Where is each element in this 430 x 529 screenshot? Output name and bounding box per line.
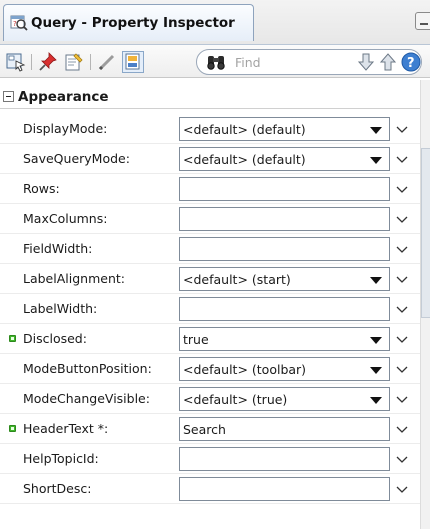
property-select[interactable]: <default> (toolbar) — [179, 357, 390, 381]
dropdown-arrow-icon[interactable] — [369, 394, 383, 406]
section-title: Appearance — [18, 88, 109, 105]
chevron-down-icon[interactable] — [395, 452, 409, 466]
chevron-down-icon[interactable] — [395, 392, 409, 406]
property-row-disclosed: Disclosed: true — [0, 324, 420, 354]
property-row-maxcolumns: MaxColumns: — [0, 204, 420, 234]
chevron-down-icon[interactable] — [395, 302, 409, 316]
search-box: ? — [196, 49, 422, 75]
property-value: <default> (toolbar) — [183, 362, 307, 377]
chevron-down-icon[interactable] — [395, 362, 409, 376]
property-value: <default> (start) — [183, 272, 291, 287]
bind-icon[interactable] — [122, 51, 144, 73]
property-row-helptopicid: HelpTopicId: — [0, 444, 420, 474]
chevron-down-icon[interactable] — [395, 272, 409, 286]
property-label: DisplayMode: — [23, 121, 108, 136]
dropdown-arrow-icon[interactable] — [369, 154, 383, 166]
property-value: Search — [183, 422, 226, 437]
property-text-field[interactable] — [179, 177, 390, 201]
property-select[interactable]: true — [179, 327, 390, 351]
property-row-modechangevisible: ModeChangeVisible: <default> (true) — [0, 384, 420, 414]
property-label: MaxColumns: — [23, 211, 108, 226]
property-text-field[interactable] — [179, 207, 390, 231]
property-label: LabelAlignment: — [23, 271, 125, 286]
property-row-headertext: HeaderText *: Search — [0, 414, 420, 444]
query-panel-icon: ? — [10, 14, 28, 32]
value-set-marker-icon — [9, 335, 16, 342]
property-select[interactable]: <default> (default) — [179, 117, 390, 141]
edit-source-icon[interactable] — [63, 51, 85, 73]
property-row-displaymode: DisplayMode: <default> (default) — [0, 114, 420, 144]
property-value: true — [183, 332, 209, 347]
property-label: Rows: — [23, 181, 60, 196]
property-label: SaveQueryMode: — [23, 151, 130, 166]
minimize-button[interactable] — [415, 12, 430, 30]
property-row-modebuttonposition: ModeButtonPosition: <default> (toolbar) — [0, 354, 420, 384]
chevron-down-icon[interactable] — [395, 122, 409, 136]
property-text-field[interactable] — [179, 447, 390, 471]
arrow-down-icon[interactable] — [355, 51, 377, 73]
toolbar-separator — [31, 54, 32, 70]
property-label: HeaderText *: — [23, 421, 109, 436]
svg-text:?: ? — [13, 20, 17, 28]
property-row-shortdesc: ShortDesc: — [0, 474, 420, 504]
tab-title: Query - Property Inspector — [31, 15, 235, 31]
property-list: DisplayMode: <default> (default) SaveQuery… — [0, 114, 420, 504]
dropdown-arrow-icon[interactable] — [369, 124, 383, 136]
tab-strip: ? Query - Property Inspector — [0, 0, 430, 44]
chevron-down-icon[interactable] — [395, 152, 409, 166]
property-text-field[interactable] — [179, 297, 390, 321]
scrollbar-thumb[interactable] — [421, 148, 430, 318]
dropdown-arrow-icon[interactable] — [369, 364, 383, 376]
tab-property-inspector[interactable]: ? Query - Property Inspector — [3, 4, 254, 41]
pin-icon[interactable] — [37, 51, 59, 73]
property-value: <default> (true) — [183, 392, 288, 407]
property-text-field[interactable] — [179, 237, 390, 261]
search-input[interactable] — [235, 53, 327, 71]
property-label: HelpTopicId: — [23, 451, 99, 466]
toolbar-separator — [90, 54, 91, 70]
binoculars-icon[interactable] — [205, 51, 227, 73]
property-row-savequerymode: SaveQueryMode: <default> (default) — [0, 144, 420, 174]
property-label: LabelWidth: — [23, 301, 98, 316]
property-text-field[interactable] — [179, 477, 390, 501]
property-select[interactable]: <default> (true) — [179, 387, 390, 411]
section-header-appearance[interactable]: Appearance — [0, 85, 420, 109]
svg-text:?: ? — [407, 56, 415, 71]
chevron-down-icon[interactable] — [395, 482, 409, 496]
property-select[interactable]: <default> (start) — [179, 267, 390, 291]
property-row-labelalignment: LabelAlignment: <default> (start) — [0, 264, 420, 294]
chevron-down-icon[interactable] — [395, 182, 409, 196]
property-label: FieldWidth: — [23, 241, 93, 256]
property-row-fieldwidth: FieldWidth: — [0, 234, 420, 264]
select-icon[interactable] — [5, 51, 27, 73]
value-set-marker-icon — [9, 425, 16, 432]
property-row-labelwidth: LabelWidth: — [0, 294, 420, 324]
pencil-icon[interactable] — [96, 51, 118, 73]
dropdown-arrow-icon[interactable] — [369, 334, 383, 346]
property-value: <default> (default) — [183, 122, 306, 137]
chevron-down-icon[interactable] — [395, 242, 409, 256]
property-label: Disclosed: — [23, 331, 87, 346]
dropdown-arrow-icon[interactable] — [369, 274, 383, 286]
property-text-field[interactable]: Search — [179, 417, 390, 441]
property-label: ShortDesc: — [23, 481, 92, 496]
property-value: <default> (default) — [183, 152, 306, 167]
chevron-down-icon[interactable] — [395, 332, 409, 346]
arrow-up-icon[interactable] — [377, 51, 399, 73]
property-label: ModeChangeVisible: — [23, 391, 150, 406]
vertical-scrollbar[interactable] — [420, 80, 430, 529]
chevron-down-icon[interactable] — [395, 422, 409, 436]
property-row-rows: Rows: — [0, 174, 420, 204]
toolbar: ? — [0, 44, 430, 78]
property-label: ModeButtonPosition: — [23, 361, 152, 376]
property-select[interactable]: <default> (default) — [179, 147, 390, 171]
collapse-icon[interactable] — [3, 91, 14, 102]
help-icon[interactable]: ? — [400, 51, 422, 73]
chevron-down-icon[interactable] — [395, 212, 409, 226]
